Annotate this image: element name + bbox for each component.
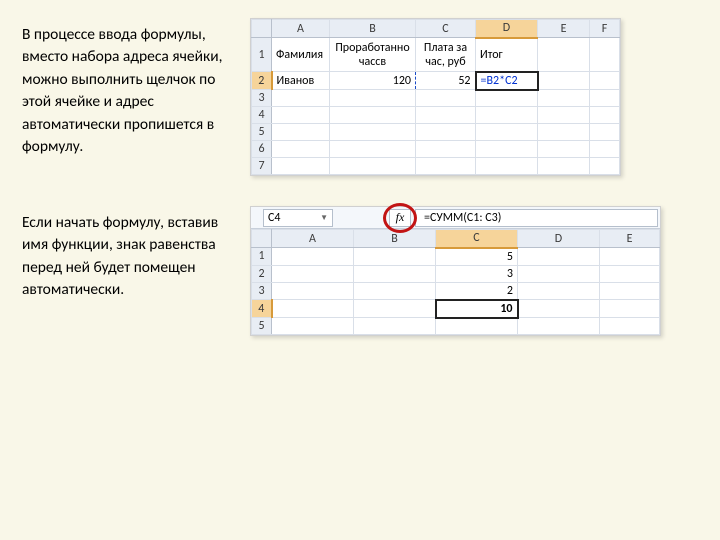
col-header-C2[interactable]: C: [436, 230, 518, 248]
cell-D1[interactable]: Итог: [476, 38, 538, 72]
col-header-E[interactable]: E: [538, 20, 590, 38]
spreadsheet-1: A B C D E F 1 Фамилия Проработанно чассв…: [250, 18, 621, 176]
col-header-A2[interactable]: A: [272, 230, 354, 248]
col-header-C[interactable]: C: [416, 20, 476, 38]
col-header-B[interactable]: B: [330, 20, 416, 38]
cell-B2[interactable]: 120: [330, 72, 416, 90]
col-header-D[interactable]: D: [476, 20, 538, 38]
row2-header-5[interactable]: 5: [252, 318, 272, 335]
col-header-D2[interactable]: D: [518, 230, 600, 248]
cell-E1[interactable]: [538, 38, 590, 72]
cell-F2[interactable]: [590, 72, 620, 90]
row2-header-2[interactable]: 2: [252, 265, 272, 282]
col-header-E2[interactable]: E: [600, 230, 660, 248]
grid-2[interactable]: A B C D E 15 23 32 410 5: [251, 229, 660, 335]
cell-E2[interactable]: [538, 72, 590, 90]
cell-D2-active[interactable]: =B2*C2: [476, 72, 538, 90]
row-header-2[interactable]: 2: [252, 72, 272, 90]
paragraph-2: Если начать формулу, вставив имя функции…: [12, 206, 250, 302]
name-box[interactable]: C4 ▼: [263, 209, 333, 227]
row-header-7[interactable]: 7: [252, 158, 272, 175]
cell2-C2[interactable]: 3: [436, 265, 518, 282]
row-header-4[interactable]: 4: [252, 107, 272, 124]
col-header-A[interactable]: A: [272, 20, 330, 38]
grid-1[interactable]: A B C D E F 1 Фамилия Проработанно чассв…: [251, 19, 620, 175]
cell2-C1[interactable]: 5: [436, 248, 518, 266]
cell-B1[interactable]: Проработанно чассв: [330, 38, 416, 72]
row2-header-1[interactable]: 1: [252, 248, 272, 266]
fx-label: fx: [396, 210, 405, 225]
formula-bar: C4 ▼ fx =СУММ(C1: C3): [251, 207, 660, 229]
select-all-corner[interactable]: [252, 20, 272, 38]
name-box-value: C4: [268, 211, 280, 225]
formula-inline: =B2*C2: [481, 74, 518, 88]
formula-bar-input[interactable]: =СУММ(C1: C3): [415, 209, 658, 227]
spreadsheet-2: C4 ▼ fx =СУММ(C1: C3) A B C D E 15 23: [250, 206, 661, 336]
row-header-3[interactable]: 3: [252, 90, 272, 107]
col-header-F[interactable]: F: [590, 20, 620, 38]
row2-header-3[interactable]: 3: [252, 282, 272, 300]
cell-C1[interactable]: Плата за час, руб: [416, 38, 476, 72]
select-all-corner-2[interactable]: [252, 230, 272, 248]
cell-F1[interactable]: [590, 38, 620, 72]
row-header-5[interactable]: 5: [252, 124, 272, 141]
cell2-C4-active[interactable]: 10: [436, 300, 518, 318]
cell2-C3[interactable]: 2: [436, 282, 518, 300]
col-header-B2[interactable]: B: [354, 230, 436, 248]
formula-text: =СУММ(C1: C3): [424, 211, 501, 225]
row-header-1[interactable]: 1: [252, 38, 272, 72]
cell-A1[interactable]: Фамилия: [272, 38, 330, 72]
dropdown-icon[interactable]: ▼: [320, 213, 328, 223]
cell-C2[interactable]: 52: [416, 72, 476, 90]
fx-button[interactable]: fx: [389, 209, 411, 227]
paragraph-1: В процессе ввода формулы, вместо набора …: [12, 18, 250, 159]
row2-header-4[interactable]: 4: [252, 300, 272, 318]
row-header-6[interactable]: 6: [252, 141, 272, 158]
cell-A2[interactable]: Иванов: [272, 72, 330, 90]
